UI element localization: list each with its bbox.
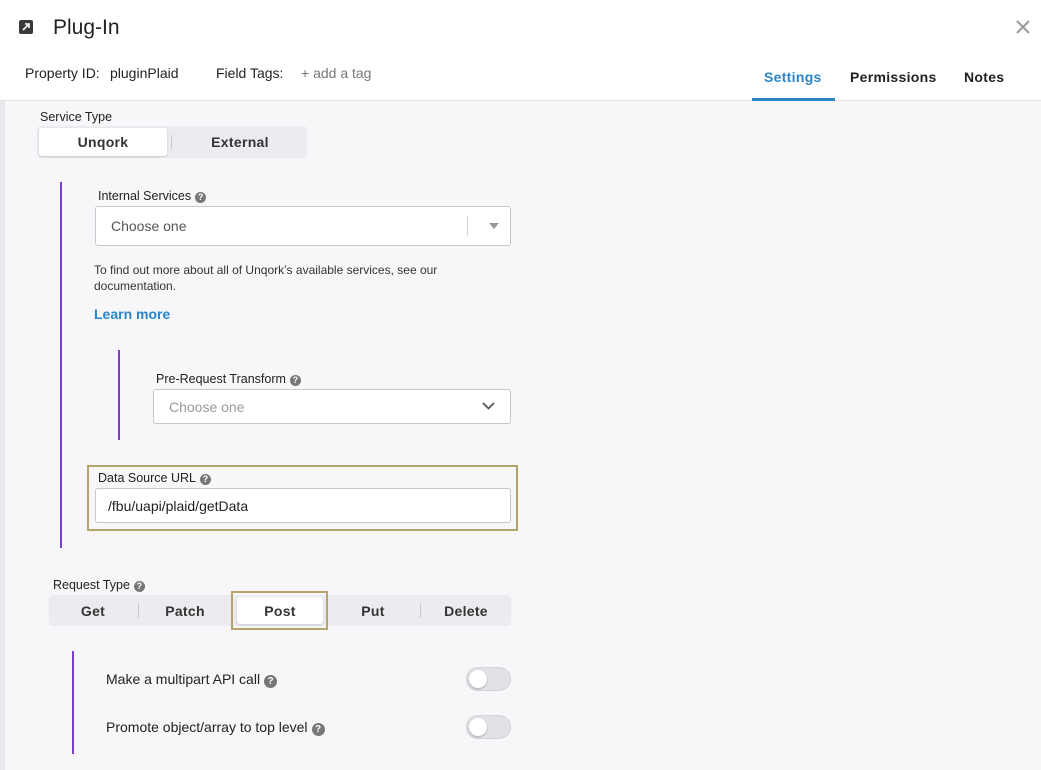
toggle-knob [469,718,487,736]
promote-toggle-label-text: Promote object/array to top level [106,719,308,735]
help-icon[interactable]: ? [133,581,145,592]
indent-line-service [60,182,62,548]
modal-title: Plug-In [53,16,120,39]
tab-permissions[interactable]: Permissions [850,69,937,85]
request-type-label: Request Type? [53,578,145,592]
modal-header: Plug-In Property ID: pluginPlaid Field T… [0,0,1041,101]
pre-request-transform-placeholder: Choose one [169,398,245,415]
data-source-url-label: Data Source URL? [98,471,211,485]
select-separator [467,216,468,236]
internal-services-label-text: Internal Services [98,189,192,203]
chevron-down-icon [482,402,495,410]
internal-services-placeholder: Choose one [111,218,187,234]
service-type-segmented-control: Unqork External [37,126,307,158]
segment-divider [171,135,172,149]
help-icon[interactable]: ? [195,192,207,203]
internal-services-label: Internal Services? [98,189,207,203]
indent-line-toggles [72,651,74,754]
data-source-url-input[interactable]: /fbu/uapi/plaid/getData [95,488,511,523]
toggle-knob [469,670,487,688]
help-icon[interactable]: ? [264,675,278,688]
tab-notes[interactable]: Notes [964,69,1004,85]
pre-request-transform-select[interactable]: Choose one [153,389,511,424]
property-id-label: Property ID: [25,65,100,81]
field-tags-label: Field Tags: [216,65,284,81]
service-type-unqork[interactable]: Unqork [39,128,167,156]
learn-more-link[interactable]: Learn more [94,306,170,322]
pre-request-transform-label-text: Pre-Request Transform [156,372,286,386]
internal-services-select[interactable]: Choose one [95,206,511,246]
internal-services-help-text: To find out more about all of Unqork’s a… [94,263,438,293]
left-edge-divider [0,101,5,770]
promote-toggle[interactable] [466,715,511,739]
plug-in-icon [19,20,33,34]
request-type-label-text: Request Type [53,578,130,592]
multipart-toggle-label-text: Make a multipart API call [106,671,261,687]
request-type-delete[interactable]: Delete [421,595,511,626]
request-type-post-highlight [231,591,328,630]
tab-settings[interactable]: Settings [764,69,822,85]
add-tag-link[interactable]: + add a tag [301,65,371,81]
promote-toggle-label: Promote object/array to top level? [106,719,325,736]
close-icon[interactable] [1016,20,1038,42]
data-source-url-label-text: Data Source URL [98,471,196,485]
property-id-value: pluginPlaid [110,65,179,81]
request-type-get[interactable]: Get [49,595,137,626]
service-type-external[interactable]: External [173,126,307,158]
multipart-toggle[interactable] [466,667,511,691]
help-icon[interactable]: ? [311,723,325,736]
help-icon[interactable]: ? [289,375,301,386]
service-type-label: Service Type [40,110,113,124]
data-source-url-value: /fbu/uapi/plaid/getData [108,497,249,514]
caret-down-icon [489,223,499,229]
help-icon[interactable]: ? [199,474,211,485]
request-type-patch[interactable]: Patch [139,595,231,626]
multipart-toggle-label: Make a multipart API call? [106,671,278,688]
indent-line-transform [118,350,120,440]
pre-request-transform-label: Pre-Request Transform? [156,372,301,386]
request-type-put[interactable]: Put [329,595,417,626]
